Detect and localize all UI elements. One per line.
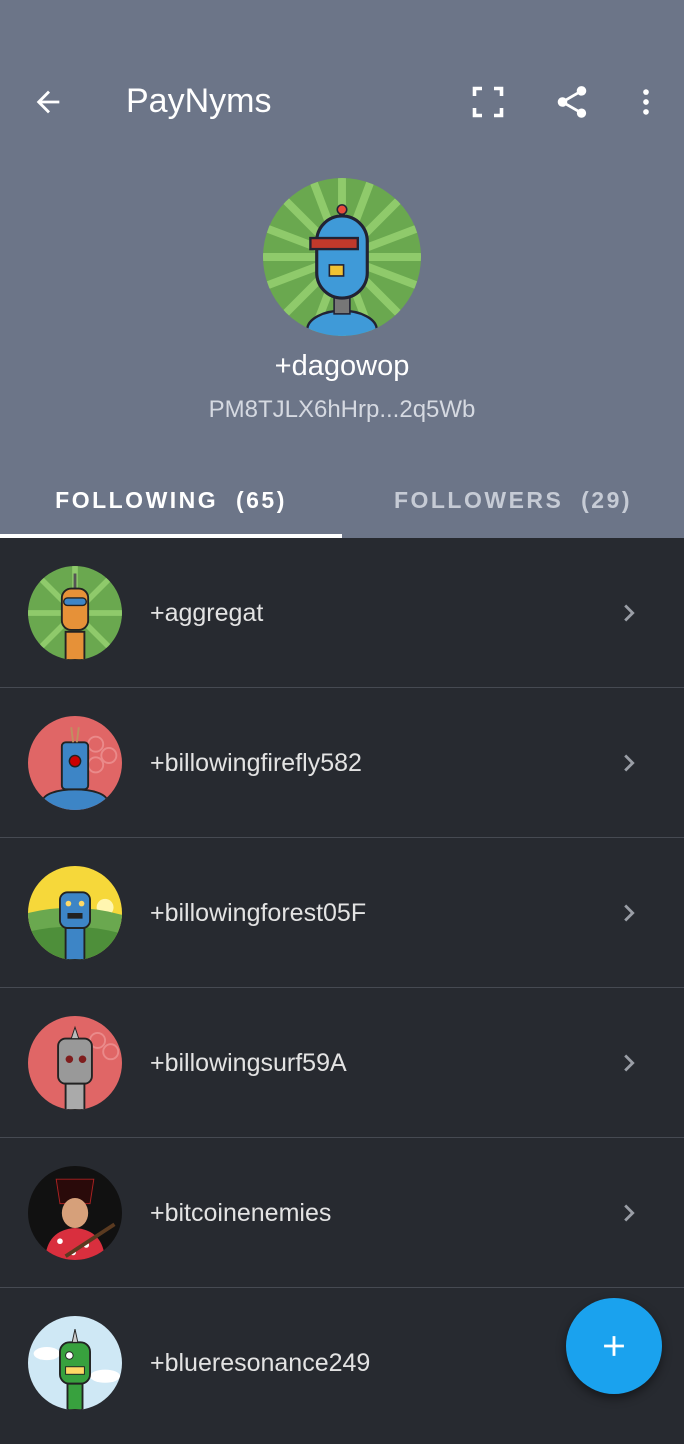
back-button[interactable] (22, 76, 74, 128)
avatar (28, 1166, 122, 1260)
paynym-name: +billowingsurf59A (150, 1049, 347, 1077)
add-paynym-button[interactable] (566, 1298, 662, 1394)
avatar (28, 716, 122, 810)
paynym-name: +bitcoinenemies (150, 1199, 332, 1227)
tab-bar: FOLLOWING (65) FOLLOWERS (29) (0, 462, 684, 538)
more-options-button[interactable] (624, 76, 668, 128)
list-item[interactable]: +billowingfirefly582 (0, 688, 684, 838)
plus-icon (604, 1336, 624, 1356)
profile-avatar (263, 178, 421, 336)
toolbar: PayNyms (0, 60, 684, 144)
tab-following[interactable]: FOLLOWING (65) (0, 462, 342, 538)
chevron-right-icon (612, 1040, 646, 1086)
list-item[interactable]: +billowingforest05F (0, 838, 684, 988)
page-title: PayNyms (126, 82, 272, 120)
share-icon (557, 86, 587, 118)
payment-code[interactable]: PM8TJLX6hHrp...2q5Wb (0, 396, 684, 424)
paynym-name: +aggregat (150, 599, 264, 627)
tab-label: FOLLOWING (65) (55, 486, 287, 513)
share-button[interactable] (546, 76, 598, 128)
chevron-right-icon (612, 1190, 646, 1236)
tab-followers[interactable]: FOLLOWERS (29) (342, 462, 684, 538)
avatar (28, 1016, 122, 1110)
list-item[interactable]: +aggregat (0, 538, 684, 688)
app-header: PayNyms +dagowop PM8TJLX6hHrp...2q5Wb FO… (0, 0, 684, 538)
more-vert-icon (643, 89, 649, 115)
profile-name: +dagowop (274, 350, 410, 382)
scan-button[interactable] (462, 76, 514, 128)
paynym-name: +billowingforest05F (150, 899, 367, 927)
list-item[interactable]: +billowingsurf59A (0, 988, 684, 1138)
chevron-right-icon (612, 890, 646, 936)
avatar (28, 866, 122, 960)
paynym-name: +billowingfirefly582 (150, 749, 362, 777)
arrow-back-icon (36, 90, 60, 114)
avatar (28, 1316, 122, 1410)
chevron-right-icon (612, 590, 646, 636)
avatar (28, 566, 122, 660)
paynym-name: +blueresonance249 (150, 1349, 371, 1377)
scan-qr-icon (472, 86, 504, 118)
list-item[interactable]: +bitcoinenemies (0, 1138, 684, 1288)
tab-label: FOLLOWERS (29) (393, 486, 633, 513)
chevron-right-icon (612, 740, 646, 786)
